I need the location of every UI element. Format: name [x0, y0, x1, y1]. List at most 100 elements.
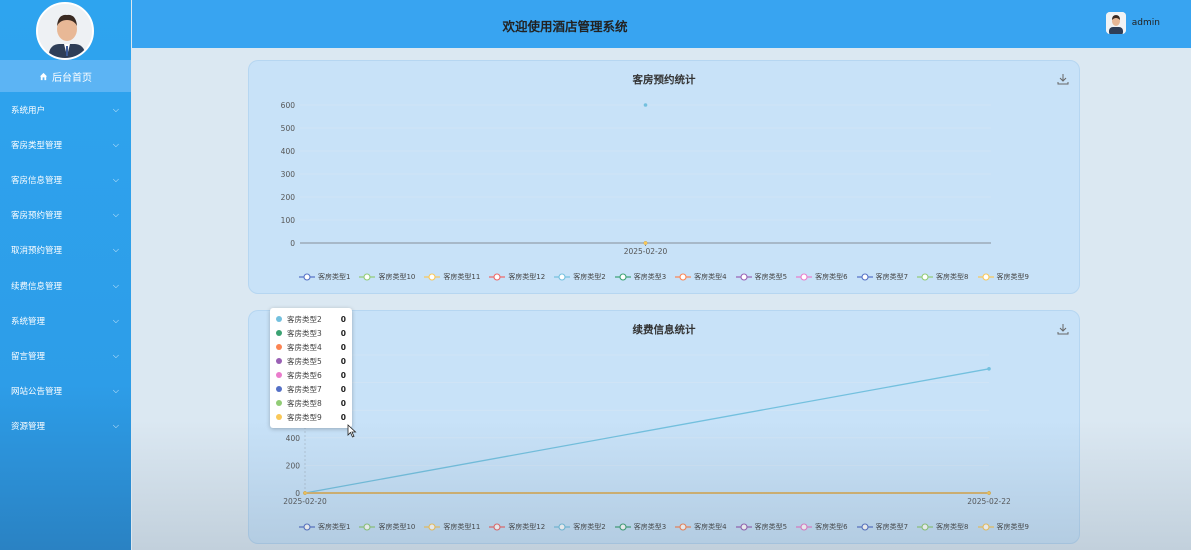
legend-marker-icon — [489, 273, 506, 281]
legend-item[interactable]: 客房类型1 — [299, 522, 350, 532]
x-tick-label: 2025-02-20 — [283, 497, 327, 506]
sidebar-home[interactable]: 后台首页 — [0, 60, 131, 92]
legend-item[interactable]: 客房类型8 — [917, 272, 969, 282]
tooltip-series-name: 客房类型6 — [287, 370, 322, 380]
series-dot-icon — [276, 358, 282, 364]
legend-item[interactable]: 客房类型12 — [489, 272, 545, 282]
tooltip-series-value: 0 — [340, 328, 346, 338]
data-point[interactable] — [987, 367, 991, 371]
legend-marker-icon — [856, 273, 873, 281]
sidebar-menu: 系统用户 ⌵ 客房类型管理 ⌵ 客房信息管理 ⌵ 客房预约管理 ⌵ 取消预约管理 ⌵ 续费… — [0, 92, 131, 444]
avatar — [1105, 12, 1126, 34]
chevron-down-icon: ⌵ — [112, 386, 119, 396]
legend-item[interactable]: 客房类型4 — [675, 272, 727, 282]
series-dot-icon — [276, 414, 282, 420]
legend-item[interactable]: 客房类型9 — [977, 272, 1029, 282]
mouse-cursor-icon — [347, 424, 357, 438]
sidebar-item-label: 网站公告管理 — [11, 387, 63, 398]
legend-item[interactable]: 客房类型6 — [796, 522, 848, 532]
legend-marker-icon — [359, 273, 376, 281]
legend-item[interactable]: 客房类型7 — [856, 272, 909, 282]
legend-item[interactable]: 客房类型12 — [489, 522, 545, 532]
chevron-down-icon: ⌵ — [112, 210, 119, 220]
sidebar-item-cancellations[interactable]: 取消预约管理 ⌵ — [0, 233, 131, 268]
legend-label: 客房类型2 — [573, 273, 606, 281]
sidebar-item-renewals[interactable]: 续费信息管理 ⌵ — [0, 268, 131, 303]
legend-item[interactable]: 客房类型3 — [614, 272, 666, 282]
legend-marker-icon — [554, 523, 571, 531]
chart-legend: 客房类型1 客房类型10 客房类型11 客房类型12 客房类型2 客房类型3 客房类型4 客房… — [249, 272, 1079, 282]
legend-item[interactable]: 客房类型7 — [856, 522, 908, 532]
legend-label: 客房类型8 — [936, 523, 969, 531]
username: admin — [1131, 18, 1160, 28]
tooltip-series-name: 客房类型7 — [287, 384, 322, 394]
legend-item[interactable]: 客房类型4 — [675, 522, 727, 532]
sidebar-item-system[interactable]: 系统管理 ⌵ — [0, 303, 131, 338]
sidebar-item-label: 客房信息管理 — [11, 175, 63, 186]
legend-marker-icon — [424, 523, 441, 531]
sidebar-item-label: 取消预约管理 — [11, 246, 63, 257]
legend-label: 客房类型7 — [875, 273, 909, 281]
legend-marker-icon — [977, 523, 994, 531]
legend-item[interactable]: 客房类型2 — [554, 522, 606, 532]
sidebar-item-users[interactable]: 系统用户 ⌵ — [0, 92, 131, 127]
legend-label: 客房类型11 — [443, 523, 481, 531]
legend-item[interactable]: 客房类型11 — [424, 522, 480, 532]
sidebar-item-messages[interactable]: 留言管理 ⌵ — [0, 338, 131, 373]
legend-item[interactable]: 客房类型5 — [735, 522, 787, 532]
legend-item[interactable]: 客房类型2 — [554, 272, 606, 282]
legend-item[interactable]: 客房类型8 — [917, 522, 969, 532]
chevron-down-icon: ⌵ — [112, 245, 119, 255]
legend-item[interactable]: 客房类型6 — [796, 272, 848, 282]
legend-marker-icon — [675, 273, 692, 281]
tooltip-series-name: 客房类型4 — [287, 342, 322, 352]
data-point[interactable] — [643, 241, 648, 245]
legend-item[interactable]: 客房类型3 — [614, 522, 666, 532]
legend-item[interactable]: 客房类型10 — [359, 272, 415, 282]
legend-label: 客房类型9 — [996, 273, 1029, 281]
legend-marker-icon — [424, 273, 441, 281]
legend-label: 客房类型10 — [378, 523, 416, 531]
x-tick-label: 2025-02-22 — [967, 497, 1011, 506]
legend-marker-icon — [796, 273, 813, 281]
sidebar-item-room-info[interactable]: 客房信息管理 ⌵ — [0, 162, 131, 197]
sidebar-item-room-types[interactable]: 客房类型管理 ⌵ — [0, 127, 131, 162]
chevron-down-icon: ⌵ — [112, 315, 119, 325]
chart-legend: 客房类型1 客房类型10 客房类型11 客房类型12 客房类型2 客房类型3 客房类型4 客房… — [249, 522, 1079, 532]
legend-item[interactable]: 客房类型1 — [299, 272, 350, 282]
legend-marker-icon — [614, 273, 631, 281]
sidebar-item-announcements[interactable]: 网站公告管理 ⌵ — [0, 374, 131, 409]
tooltip-series-name: 客房类型8 — [287, 398, 322, 408]
legend-item[interactable]: 客房类型11 — [424, 272, 480, 282]
legend-item[interactable]: 客房类型9 — [977, 522, 1029, 532]
user-menu[interactable]: admin — [1105, 12, 1160, 34]
data-point[interactable] — [643, 103, 648, 107]
legend-label: 客房类型6 — [815, 523, 848, 531]
top-header: 欢迎使用酒店管理系统 admin — [132, 0, 1191, 48]
legend-marker-icon — [675, 523, 692, 531]
series-dot-icon — [276, 372, 282, 378]
tooltip-row: 客房类型6 0 — [276, 368, 346, 382]
data-point[interactable] — [987, 491, 991, 495]
sidebar-item-label: 续费信息管理 — [11, 281, 63, 292]
legend-marker-icon — [977, 273, 994, 281]
legend-label: 客房类型12 — [508, 273, 546, 281]
sidebar-item-reservations[interactable]: 客房预约管理 ⌵ — [0, 198, 131, 233]
tooltip-series-value: 0 — [340, 412, 346, 422]
sidebar: 后台首页 系统用户 ⌵ 客房类型管理 ⌵ 客房信息管理 ⌵ 客房预约管理 ⌵ 取消预约管… — [0, 0, 131, 550]
legend-label: 客房类型9 — [996, 523, 1029, 531]
y-tick-label: 400 — [281, 147, 296, 156]
legend-marker-icon — [554, 273, 571, 281]
y-tick-label: 100 — [281, 216, 296, 225]
series-dot-icon — [276, 386, 282, 392]
tooltip-series-value: 0 — [340, 370, 346, 380]
legend-item[interactable]: 客房类型5 — [735, 272, 787, 282]
legend-item[interactable]: 客房类型10 — [359, 522, 415, 532]
chevron-down-icon: ⌵ — [112, 280, 119, 290]
legend-marker-icon — [917, 523, 934, 531]
main-content: 客房预约统计 0 100 200 300 400 500 600 2025-02-20 客房类… — [132, 48, 1191, 550]
chart-tooltip: 客房类型2 0 客房类型3 0 客房类型4 0 客房类型5 0 客房类型6 0 客房类型7 0 客房类型… — [270, 308, 352, 428]
tooltip-row: 客房类型8 0 — [276, 396, 346, 410]
sidebar-item-resources[interactable]: 资源管理 ⌵ — [0, 409, 131, 444]
data-point[interactable] — [303, 491, 307, 495]
